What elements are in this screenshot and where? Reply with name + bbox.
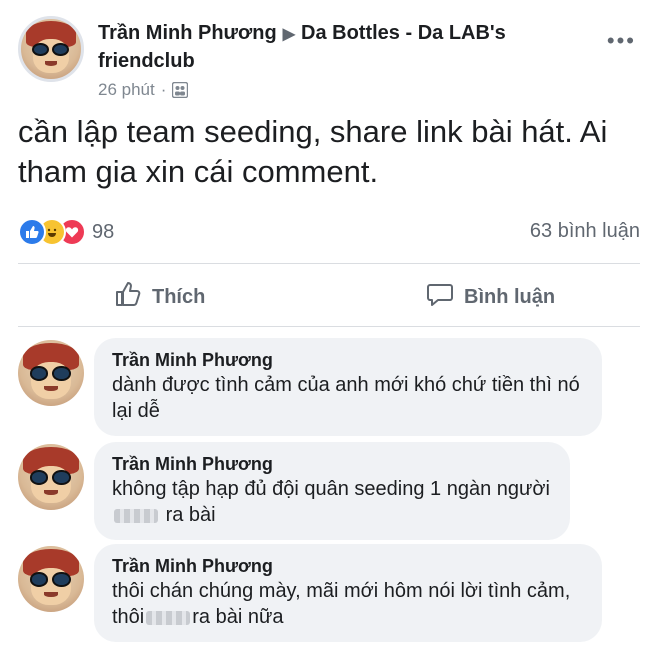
comment-count[interactable]: 63 bình luận xyxy=(530,220,640,243)
author-avatar[interactable] xyxy=(18,16,84,82)
comment-label: Bình luận xyxy=(464,285,556,308)
comment-item: Trần Minh Phương thôi chán chúng mày, mã… xyxy=(18,544,618,644)
comment-text: không tập hạp đủ đội quân seeding 1 ngàn… xyxy=(112,478,550,526)
comment-button[interactable]: Bình luận xyxy=(426,270,660,324)
comment-item: Trần Minh Phương dành được tình cảm của … xyxy=(18,338,618,438)
reactions-summary[interactable]: 98 xyxy=(18,218,114,246)
like-label: Thích xyxy=(152,285,206,308)
post-meta: 26 phút · xyxy=(98,80,598,100)
comment-bubble: Trần Minh Phương dành được tình cảm của … xyxy=(94,338,602,436)
divider xyxy=(18,263,640,264)
comment-author[interactable]: Trần Minh Phương xyxy=(112,348,584,372)
more-options-icon[interactable]: ••• xyxy=(607,28,636,54)
like-reaction-icon xyxy=(18,218,46,246)
comment-text: dành được tình cảm của anh mới khó chứ t… xyxy=(112,374,580,422)
comment-item: Trần Minh Phương không tập hạp đủ đội qu… xyxy=(18,442,618,542)
comment-bubble: Trần Minh Phương thôi chán chúng mày, mã… xyxy=(94,544,602,642)
comment-text: thôi chán chúng mày, mãi mới hôm nói lời… xyxy=(112,580,571,628)
action-bar: Thích Bình luận xyxy=(18,270,640,324)
divider xyxy=(18,326,640,327)
comment-author[interactable]: Trần Minh Phương xyxy=(112,554,584,578)
post-text: cần lập team seeding, share link bài hát… xyxy=(18,114,608,189)
post-header: Trần Minh Phương ▶ Da Bottles - Da LAB's f… xyxy=(18,16,648,100)
header-line: Trần Minh Phương ▶ Da Bottles - Da LAB's f… xyxy=(98,20,598,74)
comment-bubble-icon xyxy=(426,280,454,314)
group-audience-icon xyxy=(172,81,189,99)
author-name[interactable]: Trần Minh Phương xyxy=(98,22,277,44)
header-text: Trần Minh Phương ▶ Da Bottles - Da LAB's f… xyxy=(98,20,598,100)
commenter-avatar[interactable] xyxy=(18,444,84,510)
reaction-count: 98 xyxy=(92,220,115,243)
post-time[interactable]: 26 phút xyxy=(98,80,155,100)
commenter-avatar[interactable] xyxy=(18,340,84,406)
post-stats: 98 63 bình luận xyxy=(18,218,640,248)
comment-author[interactable]: Trần Minh Phương xyxy=(112,452,552,476)
thumbs-up-icon xyxy=(114,280,142,314)
arrow-right-icon: ▶ xyxy=(282,26,296,43)
redacted-text xyxy=(114,508,158,523)
like-button[interactable]: Thích xyxy=(114,270,205,324)
redacted-text xyxy=(146,610,191,625)
commenter-avatar[interactable] xyxy=(18,546,84,612)
separator-dot: · xyxy=(160,80,167,99)
comment-bubble: Trần Minh Phương không tập hạp đủ đội qu… xyxy=(94,442,570,540)
